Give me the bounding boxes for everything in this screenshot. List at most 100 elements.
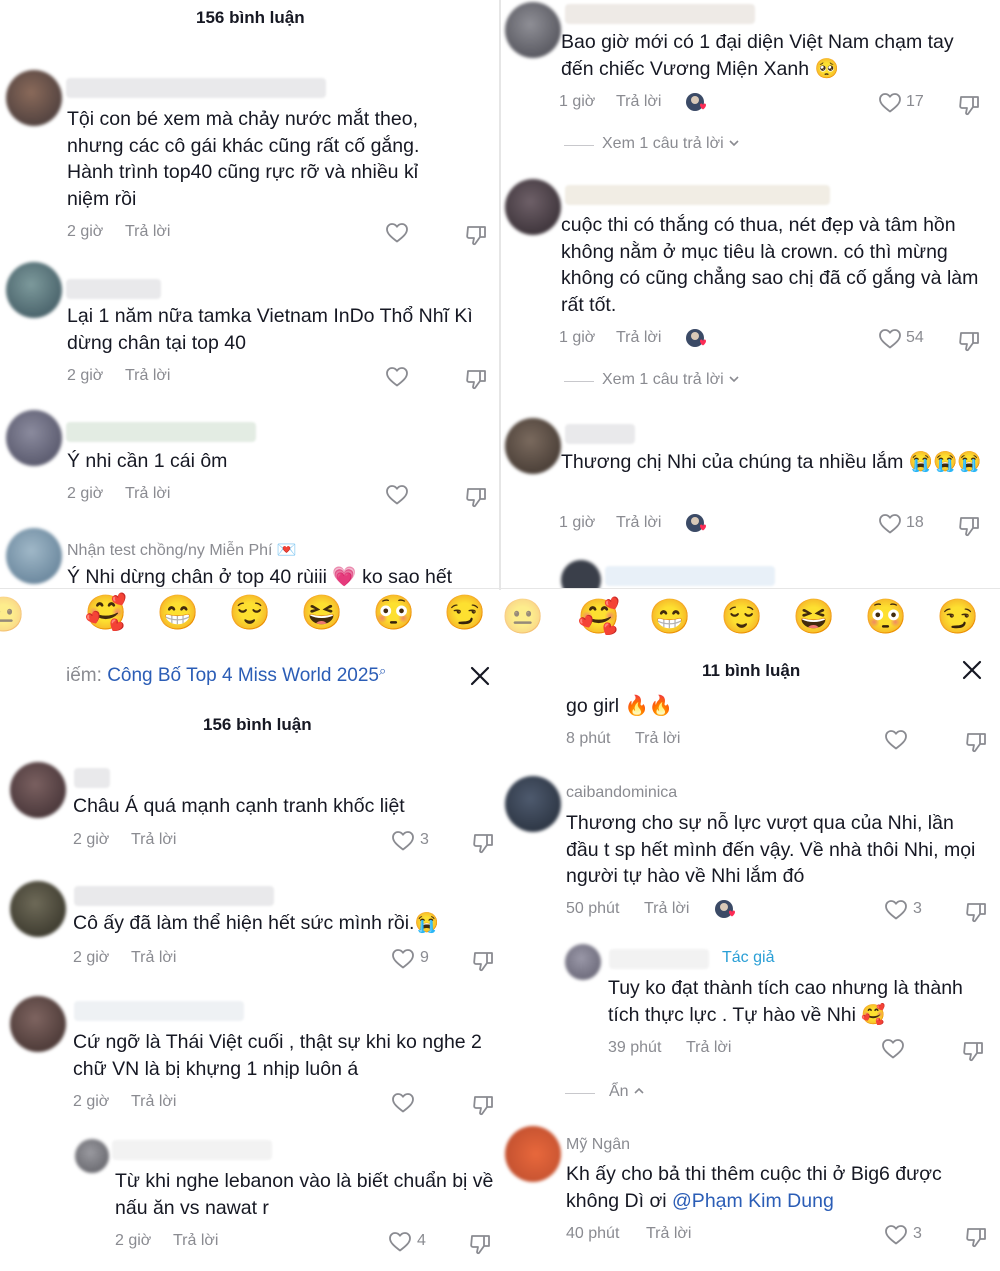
dislike-icon[interactable] (964, 1225, 988, 1249)
reply-button[interactable]: Trả lời (125, 367, 170, 385)
heart-icon[interactable] (385, 483, 409, 507)
emoji-bar: 😐 🥰 😁 😌 😆 😳 😏 (0, 589, 499, 645)
dislike-icon[interactable] (957, 93, 981, 117)
dislike-icon[interactable] (468, 1232, 492, 1256)
heart-icon[interactable] (385, 221, 409, 245)
panel-top-left: 156 bình luận Tội con bé xem mà chảy nướ… (0, 0, 499, 588)
dislike-icon[interactable] (471, 949, 495, 973)
comment-text: cuộc thi có thắng có thua, nét đẹp và tâ… (561, 214, 979, 316)
reply-button[interactable]: Trả lời (616, 329, 661, 347)
dislike-icon[interactable] (464, 485, 488, 509)
search-suggestion[interactable]: iếm: Công Bố Top 4 Miss World 2025⌕ (66, 663, 386, 687)
view-replies-button[interactable]: Xem 1 câu trả lời (602, 135, 740, 153)
heart-icon[interactable] (884, 898, 908, 922)
heart-icon[interactable] (884, 728, 908, 752)
avatar[interactable] (6, 70, 62, 126)
emoji-flushed[interactable]: 😳 (372, 593, 416, 633)
emoji-smiling-hearts[interactable]: 🥰 (577, 597, 621, 637)
view-replies-button[interactable]: Xem 1 câu trả lời (602, 371, 740, 389)
reply-button[interactable]: Trả lời (131, 949, 176, 967)
emoji-grin[interactable]: 😁 (648, 597, 692, 637)
like-count: 54 (906, 329, 924, 346)
panel-divider (0, 588, 1000, 589)
heart-icon[interactable] (385, 365, 409, 389)
dislike-icon[interactable] (957, 329, 981, 353)
avatar[interactable] (6, 262, 62, 318)
search-term-link[interactable]: Công Bố Top 4 Miss World 2025 (107, 665, 379, 686)
reply-button[interactable]: Trả lời (635, 730, 680, 748)
emoji-relieved[interactable]: 😌 (228, 593, 272, 633)
emoji-smirk[interactable]: 😏 (443, 593, 487, 633)
heart-icon[interactable] (878, 512, 902, 536)
emoji-laughing[interactable]: 😆 (300, 593, 344, 633)
reply-button[interactable]: Trả lời (644, 900, 689, 918)
user-mention-link[interactable]: @Phạm Kim Dung (672, 1190, 834, 1212)
emoji-laughing[interactable]: 😆 (792, 597, 836, 637)
heart-icon[interactable] (881, 1037, 905, 1061)
heart-icon[interactable] (884, 1223, 908, 1247)
avatar[interactable] (10, 881, 66, 937)
heart-icon[interactable] (391, 1091, 415, 1115)
dislike-icon[interactable] (964, 730, 988, 754)
creator-liked-badge-icon (684, 327, 710, 351)
hide-replies-button[interactable]: Ẩn (609, 1083, 645, 1101)
avatar[interactable] (505, 179, 561, 235)
close-icon[interactable] (470, 666, 490, 686)
view-replies-label: Xem 1 câu trả lời (602, 135, 724, 152)
dislike-icon[interactable] (471, 831, 495, 855)
blurred-username (565, 185, 830, 205)
close-icon[interactable] (962, 660, 982, 680)
heart-icon[interactable] (391, 829, 415, 853)
like-count: 4 (417, 1232, 426, 1249)
like-count: 9 (420, 949, 429, 966)
emoji-smiling-hearts[interactable]: 🥰 (84, 593, 128, 633)
comment-text: go girl 🔥🔥 (566, 695, 674, 717)
panel-bottom-right: 😐 🥰 😁 😌 😆 😳 😏 11 bình luận go girl 🔥🔥 8 … (501, 589, 1000, 1271)
emoji-flushed[interactable]: 😳 (864, 597, 908, 637)
dislike-icon[interactable] (471, 1093, 495, 1117)
avatar[interactable] (505, 2, 561, 58)
reply-button[interactable]: Trả lời (125, 223, 170, 241)
comment-text: Cứ ngỡ là Thái Việt cuối , thật sự khi k… (73, 1031, 482, 1080)
comment-text: Thương cho sự nỗ lực vượt qua của Nhi, l… (566, 812, 976, 887)
emoji-smirk[interactable]: 😏 (936, 597, 980, 637)
comment-username[interactable]: Nhận test chồng/ny Miễn Phí 💌 (67, 540, 297, 560)
dislike-icon[interactable] (961, 1039, 985, 1063)
dislike-icon[interactable] (957, 514, 981, 538)
reply-button[interactable]: Trả lời (131, 831, 176, 849)
avatar[interactable] (6, 528, 62, 584)
reply-button[interactable]: Trả lời (686, 1039, 731, 1057)
reply-button[interactable]: Trả lời (646, 1225, 691, 1243)
blurred-username (66, 279, 161, 299)
comment-username[interactable]: Mỹ Ngân (566, 1136, 630, 1154)
reply-button[interactable]: Trả lời (125, 485, 170, 503)
comment-text: Kh ấy cho bả thi thêm cuộc thi ở Big6 đư… (566, 1161, 986, 1214)
emoji-relieved[interactable]: 😌 (720, 597, 764, 637)
emoji-grin[interactable]: 😁 (156, 593, 200, 633)
dislike-icon[interactable] (464, 223, 488, 247)
heart-icon[interactable] (878, 91, 902, 115)
avatar[interactable] (505, 1126, 561, 1182)
dislike-icon[interactable] (964, 900, 988, 924)
avatar[interactable] (75, 1139, 109, 1173)
comment-username[interactable]: caibandominica (566, 784, 677, 802)
emoji-partial[interactable]: 😐 (501, 597, 545, 637)
avatar[interactable] (565, 944, 601, 980)
reply-button[interactable]: Trả lời (616, 93, 661, 111)
reply-button[interactable]: Trả lời (173, 1232, 218, 1250)
heart-icon[interactable] (878, 327, 902, 351)
avatar[interactable] (561, 560, 601, 588)
avatar[interactable] (10, 996, 66, 1052)
avatar[interactable] (505, 418, 561, 474)
heart-icon[interactable] (388, 1230, 412, 1254)
avatar[interactable] (6, 410, 62, 466)
reply-button[interactable]: Trả lời (131, 1093, 176, 1111)
chevron-down-icon (728, 137, 740, 149)
emoji-partial[interactable]: 😐 (0, 595, 26, 635)
avatar[interactable] (505, 776, 561, 832)
heart-icon[interactable] (391, 947, 415, 971)
reply-button[interactable]: Trả lời (616, 514, 661, 532)
avatar[interactable] (10, 762, 66, 818)
dislike-icon[interactable] (464, 367, 488, 391)
panel-bottom-left: 😐 🥰 😁 😌 😆 😳 😏 iếm: Công Bố Top 4 Miss Wo… (0, 589, 499, 1271)
